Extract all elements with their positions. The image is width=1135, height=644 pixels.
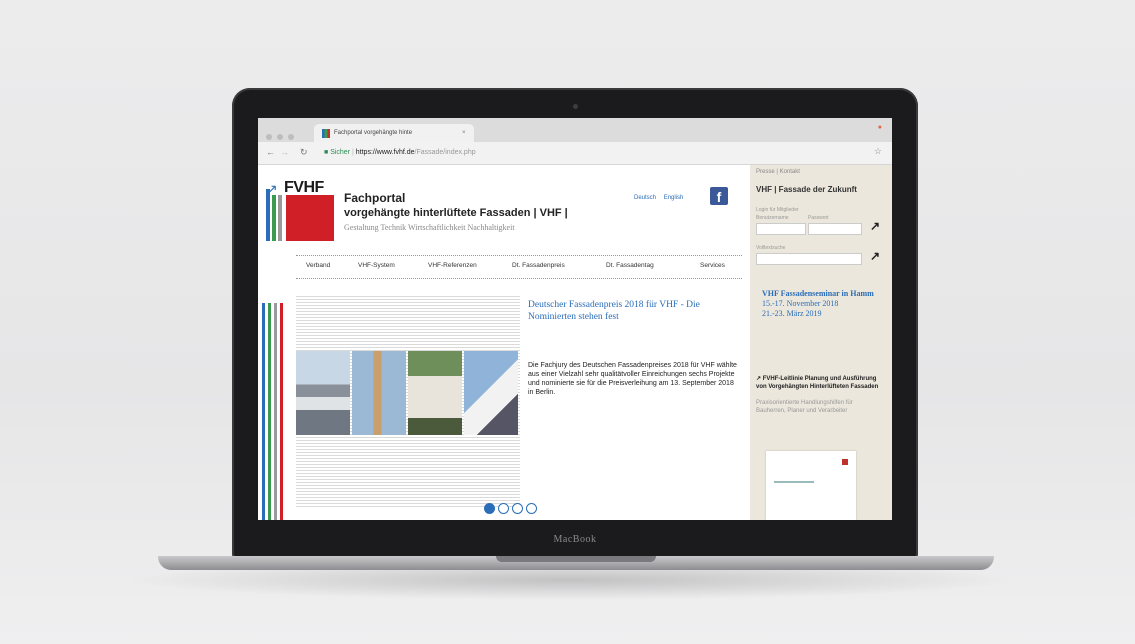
photo-3 — [408, 351, 462, 435]
sidebar: Presse | Kontakt VHF | Fassade der Zukun… — [750, 165, 892, 520]
laptop-notch — [496, 556, 656, 562]
forward-icon[interactable]: → — [280, 147, 289, 157]
event-title: VHF Fassadenseminar in Hamm — [762, 289, 874, 298]
side-stripes — [262, 303, 286, 520]
stripe-gray — [274, 303, 277, 520]
stripe-blue — [262, 303, 265, 520]
lang-en-link[interactable]: English — [664, 195, 684, 201]
slide-headline[interactable]: Deutscher Fassadenpreis 2018 für VHF - D… — [528, 299, 738, 323]
pager-dot-4[interactable] — [526, 503, 537, 514]
event-date-1: 15.-17. November 2018 — [762, 299, 839, 308]
back-icon[interactable]: ← — [266, 147, 275, 157]
stripe-green — [268, 303, 271, 520]
stripe-red — [280, 303, 283, 520]
nav-item-verband[interactable]: Verband — [306, 262, 330, 269]
security-label: Sicher — [330, 149, 351, 156]
logo-text: FVHF — [284, 179, 324, 196]
guide-thumbnail[interactable] — [766, 451, 856, 520]
slider-pager — [484, 501, 540, 519]
url-host: https://www.fvhf.de — [355, 149, 415, 156]
presse-kontakt-links[interactable]: Presse | Kontakt — [756, 169, 800, 175]
tab-bar: Fachportal vorgehängte hinte × ● — [258, 118, 892, 142]
photo-2 — [352, 351, 406, 435]
facebook-icon[interactable]: f — [710, 187, 728, 205]
slide-body: Die Fachjury des Deutschen Fassadenpreis… — [528, 362, 737, 396]
extension-icon[interactable]: ● — [878, 124, 882, 131]
logo-arrow-icon: ↗ — [266, 181, 278, 197]
nav-item-vhf-system[interactable]: VHF-System — [358, 262, 395, 269]
guide-link[interactable]: ↗ FVHF-Leitlinie Planung und Ausführung … — [756, 375, 886, 391]
nav-item-fassadenpreis[interactable]: Dt. Fassadenpreis — [512, 262, 565, 269]
camera — [573, 104, 578, 109]
thumb-line — [774, 481, 814, 483]
pager-dot-1[interactable] — [484, 503, 495, 514]
fvhf-logo[interactable]: ↗ FVHF — [264, 179, 336, 241]
browser-window: Fachportal vorgehängte hinte × ● ← → ↻ ■… — [258, 118, 892, 520]
logo-bar-green — [272, 195, 276, 241]
search-input[interactable] — [756, 253, 862, 265]
web-page: ↗ FVHF Fachportal vorgehängte hinterlüft… — [258, 165, 892, 520]
guide-description: Praxisorientierte Handlungshilfen für Ba… — [756, 400, 853, 414]
search-arrow-icon[interactable]: ↗ — [870, 249, 880, 263]
address-toolbar: ← → ↻ ■ Sicher | https://www.fvhf.de/Fas… — [258, 142, 892, 165]
nav-item-fassadentag[interactable]: Dt. Fassadentag — [606, 262, 654, 269]
thumb-accent — [842, 459, 848, 465]
search-label: Volltextsuche — [756, 245, 786, 251]
event-box[interactable]: VHF Fassadenseminar in Hamm 15.-17. Nove… — [762, 289, 886, 319]
logo-red-block — [286, 195, 334, 241]
tab-title: Fachportal vorgehängte hinte — [334, 130, 413, 136]
pager-dot-3[interactable] — [512, 503, 523, 514]
close-dot[interactable] — [266, 134, 272, 140]
username-input[interactable] — [756, 223, 806, 235]
password-input[interactable] — [808, 223, 862, 235]
lock-icon: ■ — [324, 149, 329, 156]
site-tagline: Gestaltung Technik Wirtschaftlichkeit Na… — [344, 223, 515, 232]
photo-4 — [464, 351, 518, 435]
zoom-dot[interactable] — [288, 134, 294, 140]
main-nav: Verband VHF-System VHF-Referenzen Dt. Fa… — [296, 255, 742, 279]
login-label: Login für Mitglieder — [756, 207, 799, 213]
tab-close-icon[interactable]: × — [462, 124, 466, 142]
pager-dot-2[interactable] — [498, 503, 509, 514]
site-subtitle: vorgehängte hinterlüftete Fassaden | VHF… — [344, 207, 568, 219]
event-date-2: 21.-23. März 2019 — [762, 309, 822, 318]
building-photos — [296, 351, 518, 435]
nav-item-referenzen[interactable]: VHF-Referenzen — [428, 262, 477, 269]
reload-icon[interactable]: ↻ — [300, 147, 308, 158]
username-label: Benutzername — [756, 215, 789, 221]
laptop-brand: MacBook — [553, 534, 597, 545]
language-switch: Deutsch English — [634, 195, 689, 201]
sidebar-heading: VHF | Fassade der Zukunft — [756, 185, 857, 194]
bookmark-star-icon[interactable]: ☆ — [874, 146, 882, 157]
nav-item-services[interactable]: Services — [700, 262, 725, 269]
photo-1 — [296, 351, 350, 435]
lang-de-link[interactable]: Deutsch — [634, 195, 656, 201]
password-label: Passwort — [808, 215, 829, 221]
url-input[interactable]: ■ Sicher | https://www.fvhf.de/Fassade/i… — [324, 145, 844, 160]
favicon-icon — [322, 129, 330, 138]
login-arrow-icon[interactable]: ↗ — [870, 219, 880, 233]
logo-bar-gray — [278, 195, 282, 241]
browser-tab[interactable]: Fachportal vorgehängte hinte × — [314, 124, 474, 142]
site-title: Fachportal — [344, 191, 406, 205]
url-path: /Fassade/index.php — [414, 149, 476, 156]
hero-slider[interactable]: Deutscher Fassadenpreis 2018 für VHF - D… — [296, 295, 742, 507]
minimize-dot[interactable] — [277, 134, 283, 140]
